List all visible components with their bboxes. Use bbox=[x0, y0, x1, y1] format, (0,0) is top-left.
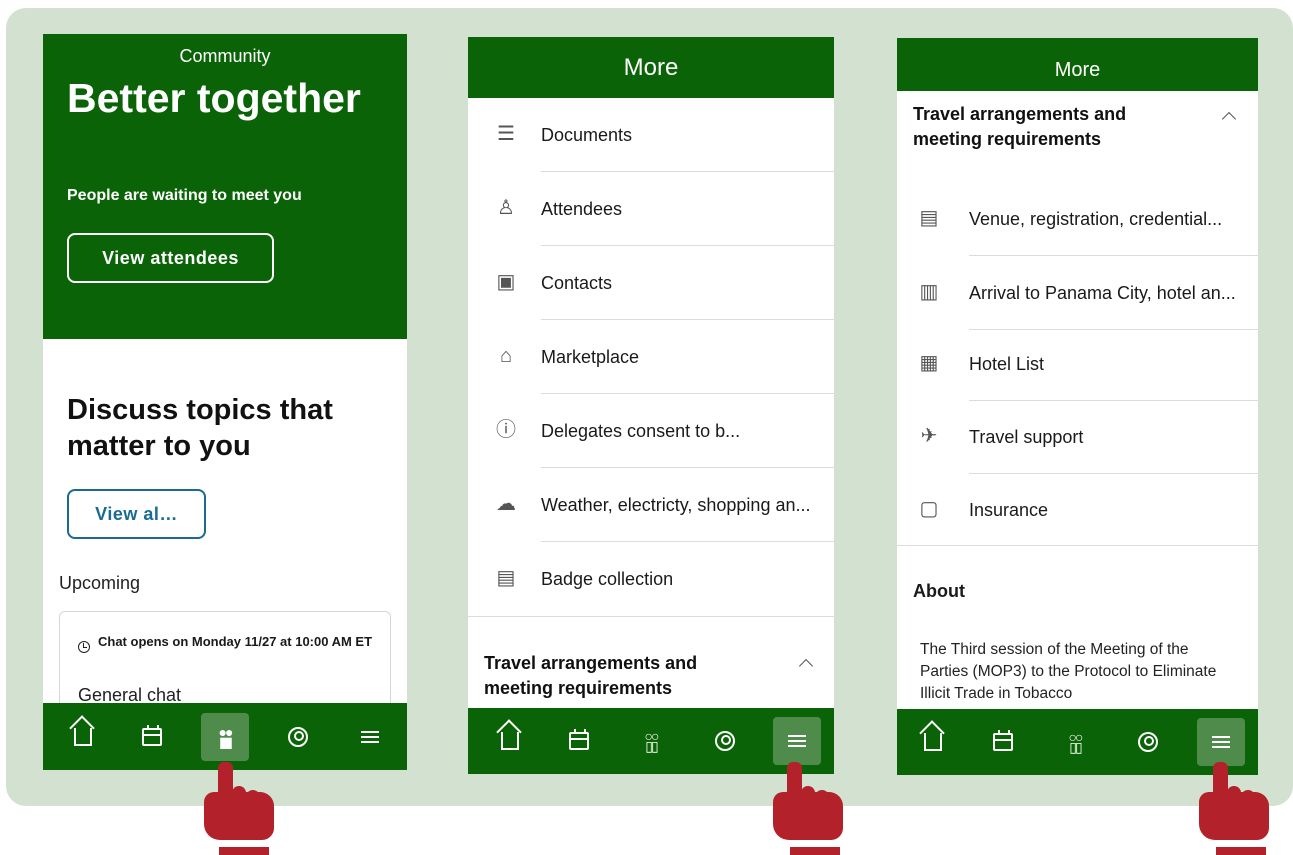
nav-community[interactable]: ○○ ▯▯ bbox=[627, 708, 675, 774]
badge-icon: ▤ bbox=[919, 207, 939, 229]
about-heading: About bbox=[913, 581, 965, 601]
tap-pointer-icon bbox=[202, 762, 278, 855]
menu-icon bbox=[788, 735, 806, 747]
list-item-label: Delegates consent to b... bbox=[541, 421, 741, 441]
nav-schedule[interactable] bbox=[979, 709, 1027, 775]
list-item-label: Insurance bbox=[969, 500, 1049, 520]
list-item-marketplace[interactable]: ⌂ Marketplace bbox=[468, 320, 834, 394]
list-item-label: Contacts bbox=[541, 273, 613, 293]
chevron-up-icon[interactable] bbox=[798, 658, 814, 674]
community-hero: Community Better together People are wai… bbox=[43, 34, 407, 339]
menu-icon bbox=[361, 730, 379, 743]
chat-open-time: Chat opens on Monday 11/27 at 10:00 AM E… bbox=[98, 634, 373, 649]
list-item-label: Documents bbox=[541, 125, 633, 145]
upcoming-label: Upcoming bbox=[59, 573, 141, 593]
chat-time-row: Chat opens on Monday 11/27 at 10:00 AM E… bbox=[78, 634, 378, 653]
list-item-insurance[interactable]: ▢ Insurance bbox=[897, 473, 1258, 547]
chevron-up-icon[interactable] bbox=[1221, 111, 1237, 127]
hotel-icon: ▦ bbox=[919, 352, 939, 374]
phone-community-screen: Community Better together People are wai… bbox=[43, 34, 407, 770]
nav-community[interactable]: ○○ ▯▯ bbox=[1051, 709, 1099, 775]
view-attendees-button[interactable]: View attendees bbox=[67, 233, 274, 283]
nav-home[interactable] bbox=[486, 708, 534, 774]
profile-icon bbox=[1138, 732, 1158, 752]
page-title: Community bbox=[179, 46, 271, 66]
about-text: The Third session of the Meeting of the … bbox=[920, 641, 1217, 702]
menu-icon bbox=[1212, 736, 1230, 748]
tap-pointer-icon bbox=[773, 762, 849, 855]
insurance-icon: ▢ bbox=[919, 498, 939, 520]
list-item-contacts[interactable]: ▣ Contacts bbox=[468, 246, 834, 320]
nav-community[interactable]: ●● ▮▮ bbox=[201, 703, 249, 770]
nav-profile[interactable] bbox=[1124, 709, 1172, 775]
home-icon bbox=[74, 727, 92, 746]
section-divider bbox=[468, 616, 834, 617]
community-icon: ○○ ▯▯ bbox=[1068, 729, 1084, 755]
list-item-attendees[interactable]: ♙ Attendees bbox=[468, 172, 834, 246]
contacts-icon: ▣ bbox=[496, 271, 516, 293]
nav-menu[interactable] bbox=[346, 703, 394, 770]
list-item-weather[interactable]: ☁ Weather, electricty, shopping an... bbox=[468, 468, 834, 542]
travel-section-header[interactable]: Travel arrangements and meeting requirem… bbox=[913, 102, 1173, 152]
list-item-label: Badge collection bbox=[541, 569, 674, 589]
list-item-label: Travel support bbox=[969, 427, 1084, 447]
discuss-heading: Discuss topics that matter to you bbox=[67, 394, 333, 462]
list-item-delegates-consent[interactable]: ⓘ Delegates consent to b... bbox=[468, 394, 834, 468]
list-item-label: Attendees bbox=[541, 199, 623, 219]
list-item-venue[interactable]: ▤ Venue, registration, credential... bbox=[897, 182, 1258, 256]
weather-icon: ☁ bbox=[496, 493, 516, 515]
more-header: More bbox=[897, 38, 1258, 91]
bottom-nav: ●● ▮▮ bbox=[43, 703, 407, 770]
document-icon: ☰ bbox=[497, 123, 515, 145]
calendar-icon bbox=[569, 729, 589, 750]
clock-icon bbox=[78, 641, 90, 653]
community-icon: ●● ▮▮ bbox=[218, 723, 234, 750]
view-all-button[interactable]: View al… bbox=[67, 489, 206, 539]
plane-icon: ✈ bbox=[920, 425, 938, 447]
phone-more-screen: More ☰ Documents ♙ Attendees ▣ Contacts … bbox=[468, 37, 834, 774]
list-item-hotel-list[interactable]: ▦ Hotel List bbox=[897, 327, 1258, 401]
section-divider bbox=[897, 545, 1258, 546]
list-item-travel-support[interactable]: ✈ Travel support bbox=[897, 400, 1258, 474]
nav-profile[interactable] bbox=[274, 703, 322, 770]
list-item-label: Hotel List bbox=[969, 354, 1045, 374]
phone-travel-screen: More Travel arrangements and meeting req… bbox=[897, 38, 1258, 775]
nav-profile[interactable] bbox=[701, 708, 749, 774]
badge-icon: ▤ bbox=[496, 567, 516, 589]
nav-home[interactable] bbox=[909, 709, 957, 775]
calendar-icon bbox=[142, 724, 162, 746]
tap-pointer-icon bbox=[1199, 762, 1275, 855]
list-item-label: Venue, registration, credential... bbox=[969, 209, 1223, 229]
info-icon: ⓘ bbox=[496, 419, 516, 441]
nav-schedule[interactable] bbox=[555, 708, 603, 774]
community-icon: ○○ ▯▯ bbox=[644, 728, 660, 754]
nav-home[interactable] bbox=[59, 703, 107, 770]
list-item-label: Marketplace bbox=[541, 347, 640, 367]
people-icon: ♙ bbox=[497, 197, 515, 219]
nav-schedule[interactable] bbox=[128, 703, 176, 770]
list-item-documents[interactable]: ☰ Documents bbox=[468, 98, 834, 172]
travel-section-header[interactable]: Travel arrangements and meeting requirem… bbox=[484, 651, 744, 701]
profile-icon bbox=[715, 731, 735, 751]
home-icon bbox=[924, 733, 942, 751]
more-header: More bbox=[468, 37, 834, 98]
hero-title: Better together bbox=[67, 75, 361, 121]
list-item-label: Arrival to Panama City, hotel an... bbox=[969, 283, 1236, 303]
list-item-badge-collection[interactable]: ▤ Badge collection bbox=[468, 542, 834, 616]
marketplace-icon: ⌂ bbox=[499, 345, 513, 367]
profile-icon bbox=[288, 726, 308, 747]
list-item-arrival[interactable]: ▥ Arrival to Panama City, hotel an... bbox=[897, 256, 1258, 330]
calendar-icon bbox=[993, 730, 1013, 751]
home-icon bbox=[501, 732, 519, 750]
list-item-label: Weather, electricty, shopping an... bbox=[541, 495, 811, 515]
building-icon: ▥ bbox=[919, 281, 939, 303]
hero-description: People are waiting to meet you bbox=[67, 187, 302, 204]
